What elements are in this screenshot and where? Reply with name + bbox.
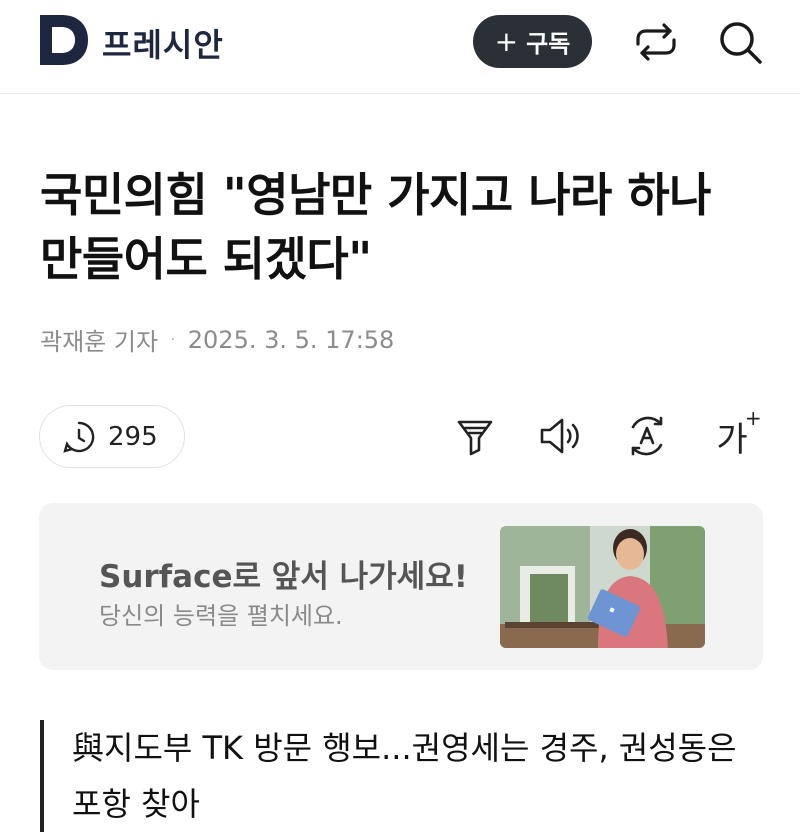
translate-icon — [631, 416, 663, 456]
font-size-icon: 가 + — [716, 406, 761, 461]
presian-logo[interactable] — [40, 15, 88, 65]
translate-button[interactable] — [621, 410, 673, 462]
view-count: 295 — [108, 421, 158, 452]
separator-dot: · — [170, 329, 176, 350]
article-title: 국민의힘 "영남만 가지고 나라 하나 만들어도 되겠다" — [40, 168, 712, 286]
speaker-icon — [540, 418, 579, 454]
font-size-label: 가 — [716, 419, 748, 460]
author-name[interactable]: 곽재훈 기자 — [40, 322, 158, 357]
ad-image — [500, 526, 705, 648]
search-icon[interactable] — [716, 18, 764, 66]
share-icon[interactable] — [632, 18, 680, 66]
font-size-button[interactable]: 가 + — [706, 406, 761, 462]
subscribe-label: 구독 — [526, 30, 571, 58]
ad-title: Surface로 앞서 나가세요! — [99, 559, 468, 595]
read-aloud-button[interactable] — [535, 410, 587, 462]
filter-icon — [457, 420, 493, 456]
app-header: 프레시안 + 구독 — [0, 0, 800, 94]
ad-subtitle: 당신의 능력을 펼치세요. — [99, 602, 343, 630]
font-size-plus: + — [744, 405, 762, 430]
view-count-badge[interactable]: 295 — [39, 405, 185, 468]
brand-name[interactable]: 프레시안 — [102, 20, 224, 66]
filter-button[interactable] — [449, 410, 501, 462]
byline: 곽재훈 기자 · 2025. 3. 5. 17:58 — [40, 322, 394, 357]
clock-icon — [63, 421, 95, 453]
subscribe-button[interactable]: + 구독 — [473, 15, 592, 68]
related-article-link[interactable]: 與지도부 TK 방문 행보...권영세는 경주, 권성동은 포항 찾아 — [40, 720, 770, 832]
plus-icon: + — [494, 24, 519, 58]
publish-date: 2025. 3. 5. 17:58 — [187, 325, 395, 354]
ad-banner[interactable]: Surface로 앞서 나가세요! 당신의 능력을 펼치세요. — [39, 503, 763, 670]
